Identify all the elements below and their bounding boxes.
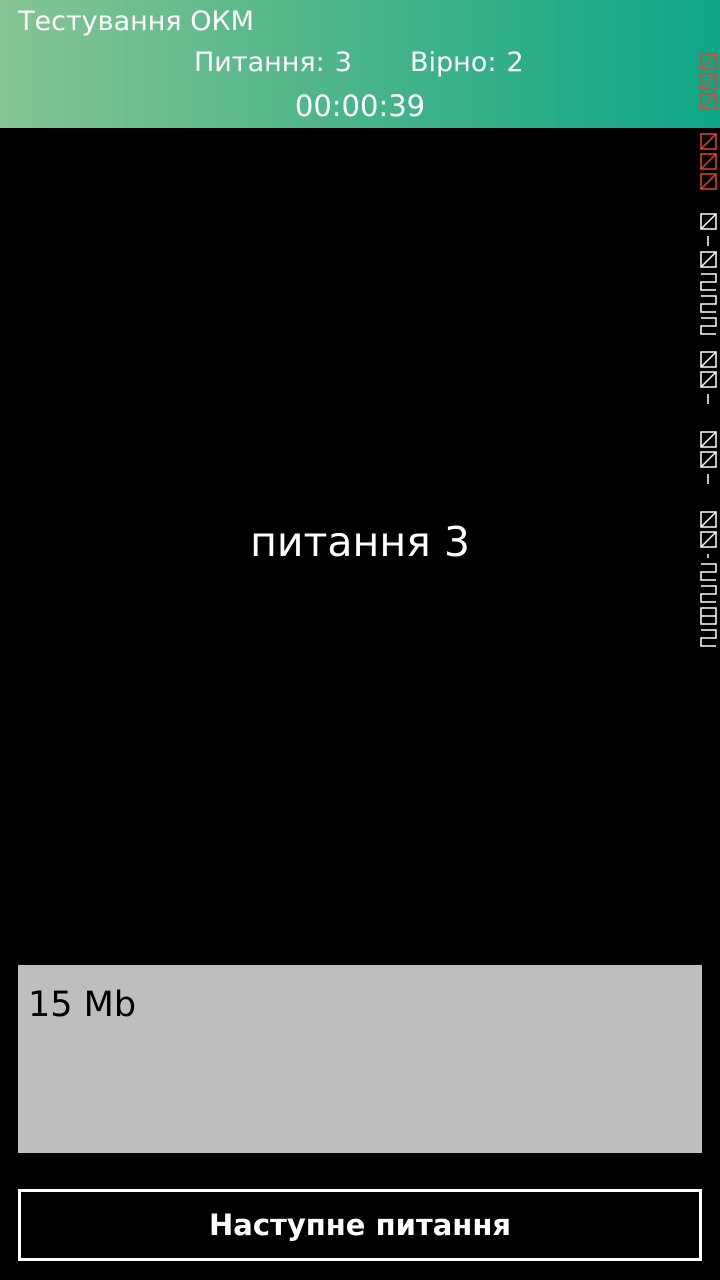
frame-rate-counter-graphic (700, 53, 717, 647)
question-counter-label: Питання: (194, 47, 325, 78)
quiz-screen: Тестування ОКМ Питання: 3 Вірно: 2 00:00:3… (0, 0, 720, 1280)
elapsed-timer: 00:00:39 (294, 89, 426, 123)
question-counter: Питання: 3 (194, 44, 352, 82)
question-counter-value: 3 (334, 47, 352, 78)
correct-counter-value: 2 (506, 47, 524, 78)
next-question-button[interactable]: Наступне питання (18, 1189, 702, 1261)
question-text: питання 3 (250, 518, 470, 566)
app-title: Тестування ОКМ (18, 6, 254, 37)
correct-counter-label: Вірно: (410, 47, 497, 78)
frame-rate-counter (700, 52, 718, 652)
answer-input[interactable]: 15 Mb (18, 965, 702, 1153)
quiz-header: Тестування ОКМ Питання: 3 Вірно: 2 00:00:3… (0, 0, 720, 128)
answer-value: 15 Mb (28, 985, 137, 1025)
correct-counter: Вірно: 2 (410, 44, 524, 82)
